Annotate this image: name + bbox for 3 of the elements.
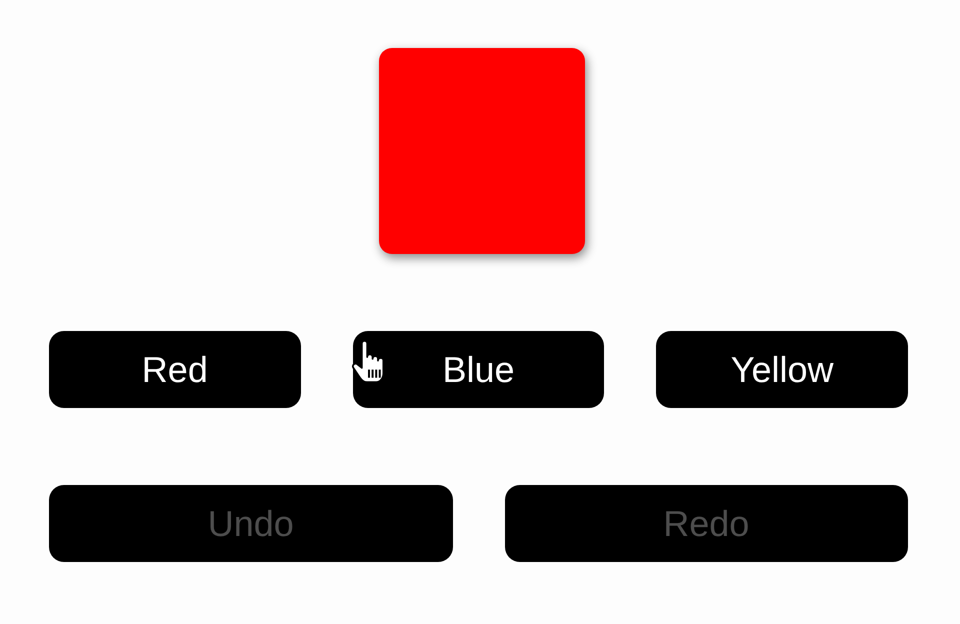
color-button[interactable]: Red [49, 331, 301, 408]
color-button[interactable]: Yellow [656, 331, 908, 408]
color-button[interactable]: Blue [352, 331, 604, 408]
